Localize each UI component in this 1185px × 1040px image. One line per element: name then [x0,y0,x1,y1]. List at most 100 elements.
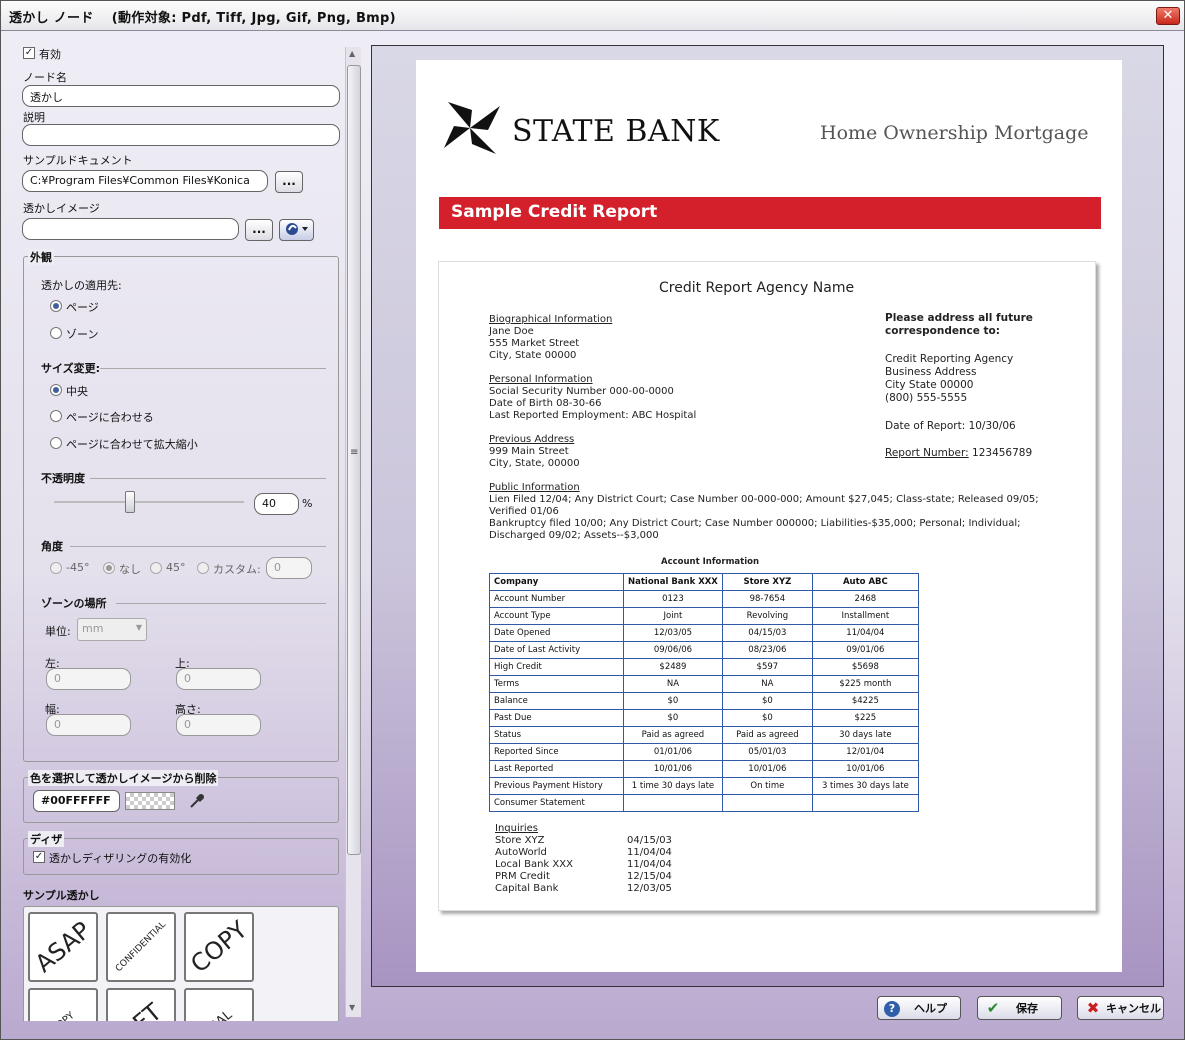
eyedropper-icon[interactable] [188,792,206,810]
dither-checkbox[interactable]: ✓ [33,851,45,863]
public-line: Bankruptcy filed 10/00; Any District Cou… [489,518,1021,529]
scroll-up-icon[interactable]: ▲ [349,49,355,58]
checkmark-icon: ✔ [986,999,1000,1017]
personal-line: Last Reported Employment: ABC Hospital [489,410,697,421]
scroll-down-icon[interactable]: ▼ [349,1003,355,1012]
address-heading: Please address all future [885,312,1033,324]
sample-label: AFT [115,998,167,1021]
account-table-cell: Paid as agreed [721,726,813,744]
resize-fit-scale-radio[interactable] [50,437,62,449]
width-input[interactable]: 0 [46,714,131,736]
resize-fit-scale-label: ページに合わせて拡大縮小 [66,438,198,451]
apply-page-label: ページ [66,301,99,314]
watermark-image-input[interactable] [22,218,239,240]
inquiry-date: 12/03/05 [627,883,672,894]
appearance-group: 外観 透かしの適用先: ページ ゾーン サイズ変更: 中央 ページに合わせる ペ… [23,249,339,762]
sample-watermark-original[interactable]: INAL [184,988,254,1021]
angle-minus45-radio[interactable] [50,562,62,574]
credit-report-sheet: Credit Report Agency Name Biographical I… [438,261,1096,911]
help-icon: ? [884,1001,900,1017]
angle-custom-input[interactable]: 0 [266,557,312,579]
resize-center-radio[interactable] [50,384,62,396]
image-dropdown-button[interactable] [279,219,314,241]
angle-45-radio[interactable] [150,562,162,574]
public-line: Verified 01/06 [489,506,559,517]
cancel-button[interactable]: ✖ キャンセル [1077,996,1164,1020]
title-bar: 透かし ノード (動作対象: Pdf, Tiff, Jpg, Gif, Png,… [1,1,1184,31]
help-button[interactable]: ? ヘルプ [877,996,961,1020]
bio-line: 555 Market Street [489,338,580,349]
unit-select[interactable]: mm ▼ [77,618,147,641]
prev-address-line: 999 Main Street [489,446,569,457]
dither-enable-label: 透かしディザリングの有効化 [49,852,192,865]
height-input[interactable]: 0 [176,714,261,736]
opacity-slider-thumb[interactable] [125,491,135,513]
account-table-cell: 10/01/06 [721,760,813,778]
prev-address-line: City, State, 00000 [489,458,580,469]
settings-panel: ✓ 有効 ノード名 透かし 説明 サンプルドキュメント C:¥Program F… [11,39,361,1021]
enabled-checkbox[interactable]: ✓ [23,47,35,59]
sample-watermark-asap[interactable]: ASAP [28,912,98,982]
samples-title: サンプル透かし [23,889,100,902]
appearance-group-title: 外観 [28,249,54,265]
account-table-row: Consumer Statement [489,794,919,812]
sample-doc-label: サンプルドキュメント [23,154,133,167]
top-input[interactable]: 0 [176,668,261,690]
sample-doc-browse-button[interactable]: ... [275,171,303,193]
close-icon: ✖ [1086,999,1100,1017]
dither-title: ディザ [28,831,65,847]
close-button[interactable]: ✕ [1156,7,1180,25]
account-table-cell: High Credit [489,658,624,676]
account-table-cell: Consumer Statement [489,794,624,812]
color-value-input[interactable]: #00FFFFFF [33,790,120,812]
left-input[interactable]: 0 [46,668,131,690]
account-table-cell: 09/01/06 [811,641,919,659]
account-table-cell: Store XYZ [721,573,813,591]
sample-watermark-draft[interactable]: AFT [106,988,176,1021]
account-table-cell: $597 [721,658,813,676]
sample-watermark-copy-2[interactable]: COPY [28,988,98,1021]
account-table-cell: $225 month [811,675,919,693]
inquiry-date: 11/04/04 [627,847,672,858]
report-banner: Sample Credit Report [439,197,1101,229]
apply-page-radio[interactable] [50,300,62,312]
account-table-cell: 05/01/03 [721,743,813,761]
resize-center-label: 中央 [66,385,88,398]
inquiry-date: 11/04/04 [627,859,672,870]
angle-custom-radio[interactable] [197,562,209,574]
sample-label: ASAP [29,916,97,978]
account-table-cell: National Bank XXX [623,573,723,591]
angle-custom-label: カスタム: [213,563,261,576]
opacity-input[interactable]: 40 [254,493,299,515]
sample-doc-input[interactable]: C:¥Program Files¥Common Files¥Konica [22,170,268,192]
inquiry-date: 04/15/03 [627,835,672,846]
inquiry-name: Capital Bank [495,883,559,894]
sample-watermark-copy[interactable]: COPY [184,912,254,982]
inquiry-date: 12/15/04 [627,871,672,882]
apply-zone-radio[interactable] [50,327,62,339]
angle-label: 角度 [41,540,63,553]
save-button[interactable]: ✔ 保存 [977,996,1062,1020]
description-input[interactable] [22,124,340,146]
settings-scrollbar[interactable]: ▲ ▼ [345,47,361,1017]
sample-watermark-confidential[interactable]: CONFIDENTIAL [106,912,176,982]
bio-heading: Biographical Information [489,314,613,325]
account-table-header-row: Company National Bank XXX Store XYZ Auto AB… [489,573,919,591]
angle-none-radio[interactable] [103,562,115,574]
account-table-cell: $0 [623,692,723,710]
resize-fit-radio[interactable] [50,410,62,422]
inquiries-heading: Inquiries [495,823,539,834]
node-name-label: ノード名 [23,71,67,84]
report-number-value: 123456789 [972,447,1033,459]
account-table-cell: Reported Since [489,743,624,761]
node-name-input[interactable]: 透かし [22,85,340,107]
account-table-cell: $2489 [623,658,723,676]
splitter-grip-icon[interactable]: ≡ [350,447,358,458]
watermark-image-browse-button[interactable]: ... [245,219,273,241]
account-table-row: Account Type Joint Revolving Installment [489,607,919,625]
account-table-cell: $4225 [811,692,919,710]
color-swatch[interactable] [125,792,175,810]
help-button-label: ヘルプ [914,1002,947,1015]
inquiry-name: AutoWorld [495,847,547,858]
scrollbar-thumb[interactable] [347,65,361,855]
